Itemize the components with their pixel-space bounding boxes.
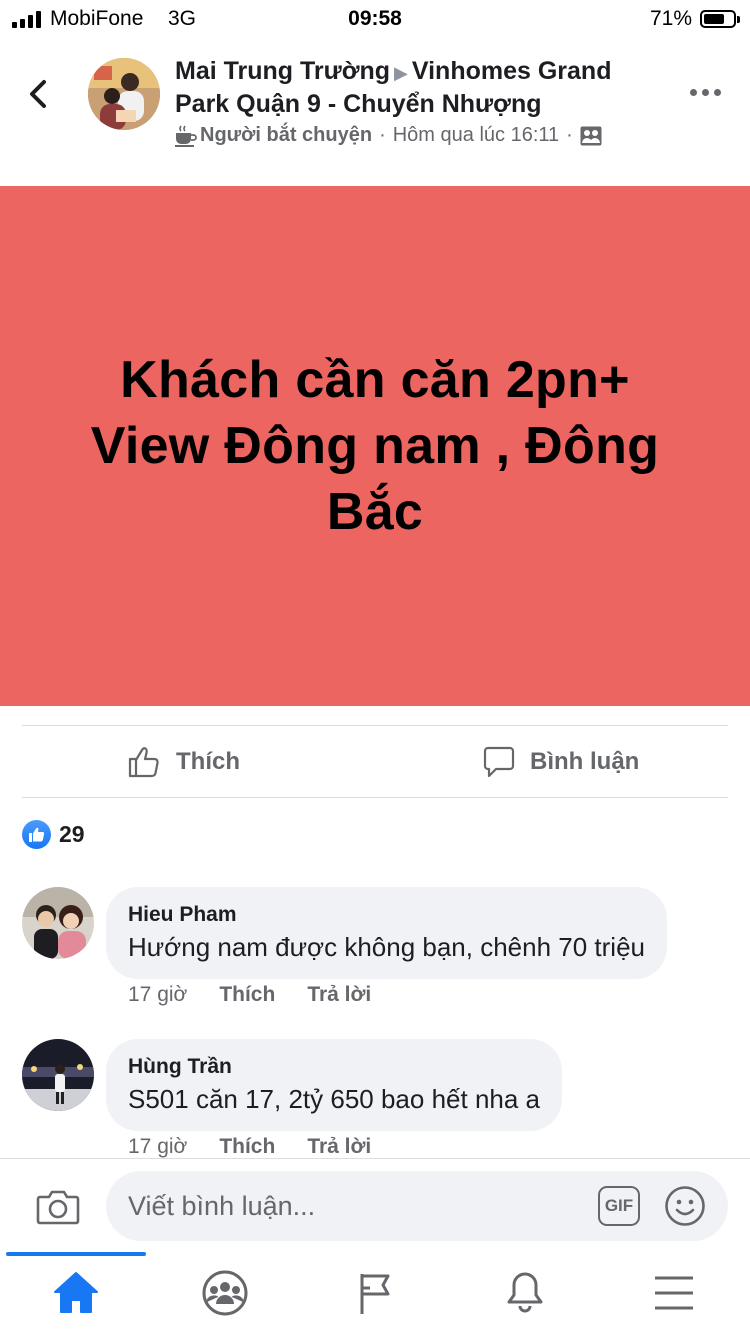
comment-label: Bình luận (530, 748, 640, 775)
group-members-icon (580, 126, 602, 145)
clock: 09:58 (348, 7, 402, 30)
commenter-avatar[interactable] (22, 1039, 94, 1111)
camera-icon (36, 1190, 80, 1225)
comment-meta: 17 giờ Thích Trả lời (128, 1135, 371, 1159)
comment-like-link[interactable]: Thích (219, 983, 275, 1007)
pages-flag-icon (360, 1274, 390, 1314)
comment-reply-link[interactable]: Trả lời (307, 1135, 371, 1159)
status-bar: MobiFone 3G 09:58 71% (0, 0, 750, 38)
comment-bubble[interactable]: Hieu Pham Hướng nam được không bạn, chên… (106, 887, 667, 979)
comment-text: Hướng nam được không bạn, chênh 70 triệu (128, 932, 645, 962)
reactions-summary[interactable]: 29 (22, 820, 85, 849)
post-title: Mai Trung Trường ▶ Vinhomes Grand Park Quậ… (175, 56, 655, 120)
battery-icon (700, 10, 740, 28)
tab-pages[interactable] (348, 1268, 404, 1318)
like-button[interactable]: Thích (128, 726, 240, 798)
bottom-tab-bar (0, 1252, 750, 1333)
back-chevron-icon (30, 80, 46, 108)
comment-time[interactable]: 17 giờ (128, 983, 187, 1007)
active-tab-indicator (6, 1252, 146, 1256)
tab-menu[interactable] (646, 1268, 702, 1318)
home-icon (54, 1272, 98, 1313)
member-badge: Người bắt chuyện (200, 124, 373, 146)
coffee-cup-icon (175, 125, 197, 147)
comment-reply-link[interactable]: Trả lời (307, 983, 371, 1007)
battery-percentage: 71% (649, 7, 692, 30)
reaction-count: 29 (59, 821, 85, 847)
post-timestamp[interactable]: Hôm qua lúc 16:11 (393, 124, 559, 147)
post-header: Mai Trung Trường ▶ Vinhomes Grand Park Quậ… (0, 40, 750, 170)
post-subtitle: Người bắt chuyện · Hôm qua lúc 16:11 · (174, 124, 602, 147)
comment-like-link[interactable]: Thích (219, 1135, 275, 1159)
more-options-button[interactable] (690, 84, 724, 100)
comment-button[interactable]: Bình luận (482, 726, 639, 798)
comment-bubble[interactable]: Hùng Trần S501 căn 17, 2tỷ 650 bao hết n… (106, 1039, 563, 1131)
commenter-name[interactable]: Hieu Pham (128, 901, 645, 929)
like-label: Thích (176, 748, 240, 775)
post-text: Khách cần căn 2pn+ View Đông nam , Đông … (90, 351, 660, 541)
menu-icon (655, 1276, 693, 1310)
gif-label: GIF (604, 1196, 634, 1215)
comment-meta: 17 giờ Thích Trả lời (128, 983, 371, 1007)
more-dots-icon (690, 89, 697, 96)
commenter-avatar[interactable] (22, 887, 94, 959)
groups-icon (202, 1270, 248, 1316)
arrow-right-icon: ▶ (394, 63, 408, 83)
gif-button[interactable]: GIF (598, 1186, 640, 1226)
camera-button[interactable] (34, 1183, 82, 1231)
tab-home[interactable] (48, 1268, 104, 1318)
post-background[interactable]: Khách cần căn 2pn+ View Đông nam , Đông … (0, 186, 750, 706)
comment-text: S501 căn 17, 2tỷ 650 bao hết nha a (128, 1084, 541, 1114)
author-name-link[interactable]: Mai Trung Trường (175, 57, 390, 85)
comment-time[interactable]: 17 giờ (128, 1135, 187, 1159)
thumbs-up-icon (128, 747, 159, 778)
commenter-name[interactable]: Hùng Trần (128, 1053, 540, 1081)
divider (22, 797, 728, 798)
like-reaction-icon (22, 820, 51, 849)
smiley-icon (665, 1186, 705, 1226)
back-button[interactable] (22, 70, 62, 118)
tab-groups[interactable] (197, 1268, 253, 1318)
notifications-bell-icon (507, 1272, 543, 1313)
emoji-button[interactable] (664, 1185, 706, 1227)
author-avatar[interactable] (88, 58, 160, 130)
post-actions: Thích Bình luận (0, 726, 750, 798)
comment-composer: GIF (0, 1158, 750, 1254)
tab-notifications[interactable] (497, 1268, 553, 1318)
comment-bubble-icon (483, 746, 515, 778)
